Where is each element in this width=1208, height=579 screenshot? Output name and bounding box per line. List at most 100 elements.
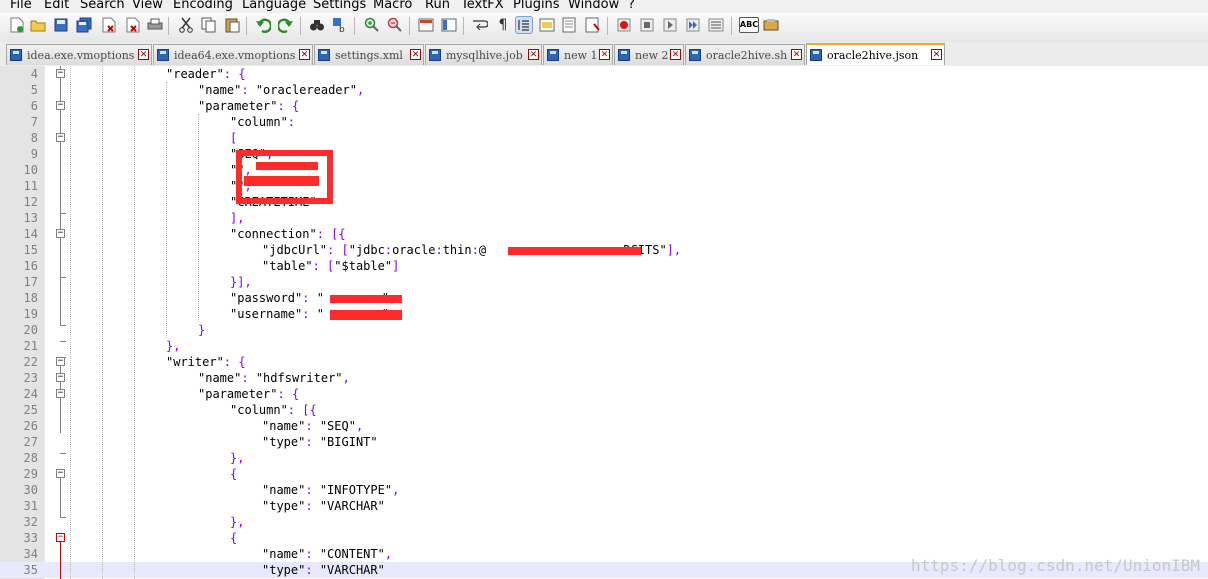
cut-icon[interactable] <box>178 17 194 33</box>
code-line[interactable]: 28}, <box>0 450 1208 466</box>
spellcheck-icon[interactable]: ABC <box>739 17 759 33</box>
print-icon[interactable] <box>147 17 163 33</box>
sync-vertical-icon[interactable] <box>418 17 434 33</box>
code-line[interactable]: 27 "type": "BIGINT" <box>0 434 1208 450</box>
menu-plugins[interactable]: Plugins <box>513 0 560 12</box>
save-icon[interactable] <box>53 17 69 33</box>
close-tab-icon[interactable]: ✕ <box>528 49 539 60</box>
code-line[interactable]: 6 "parameter": { <box>0 98 1208 114</box>
code-line[interactable]: 22 "writer": { <box>0 354 1208 370</box>
code-line[interactable]: 13], <box>0 210 1208 226</box>
code-line[interactable]: 23 "name": "hdfswriter", <box>0 370 1208 386</box>
code-line[interactable]: 16 "table": ["$table"] <box>0 258 1208 274</box>
menu-help[interactable]: ? <box>628 0 635 12</box>
tab-oracle2hive-sh[interactable]: oracle2hive.sh ✕ <box>685 44 805 65</box>
code-editor[interactable]: 4 "reader": {5 "name": "oraclereader", 6 "pa… <box>0 66 1208 579</box>
fold-collapse-icon[interactable]: − <box>56 101 65 110</box>
menu-settings[interactable]: Settings <box>313 0 366 12</box>
menu-encoding[interactable]: Encoding <box>173 0 233 12</box>
code-line[interactable]: 24 "parameter": { <box>0 386 1208 402</box>
find-icon[interactable] <box>309 17 325 33</box>
code-line[interactable]: 10 "", <box>0 162 1208 178</box>
close-tab-icon[interactable]: ✕ <box>670 49 681 60</box>
replace-icon[interactable]: b <box>332 17 348 33</box>
code-line[interactable]: 4 "reader": { <box>0 66 1208 82</box>
fold-collapse-icon[interactable]: − <box>56 69 65 78</box>
close-tab-icon[interactable]: ✕ <box>138 49 149 60</box>
tab-new-2[interactable]: new 2 ✕ <box>614 44 684 65</box>
redo-icon[interactable] <box>278 17 294 33</box>
menu-edit[interactable]: Edit <box>44 0 69 12</box>
menu-macro[interactable]: Macro <box>373 0 412 12</box>
indent-guide-icon[interactable] <box>515 16 533 34</box>
tab-idea64-exe-vmoptions[interactable]: idea64.exe.vmoptions ✕ <box>153 44 313 65</box>
tab-settings-xml[interactable]: settings.xml ✕ <box>314 44 424 65</box>
plugin-icon[interactable] <box>763 17 779 33</box>
fold-collapse-icon[interactable]: − <box>56 469 65 478</box>
code-line[interactable]: 31 "type": "VARCHAR" <box>0 498 1208 514</box>
close-tab-icon[interactable]: ✕ <box>599 49 610 60</box>
menu-language[interactable]: Language <box>242 0 306 12</box>
code-line[interactable]: 18"password": " ", <box>0 290 1208 306</box>
tab-oracle2hive-json[interactable]: oracle2hive.json ✕ <box>806 43 945 65</box>
fold-collapse-icon[interactable]: − <box>56 533 65 542</box>
code-line[interactable]: 8[ <box>0 130 1208 146</box>
code-text: "reader": { <box>166 67 246 81</box>
code-line[interactable]: 14 "connection": [{ <box>0 226 1208 242</box>
fold-collapse-icon[interactable]: − <box>56 389 65 398</box>
fold-collapse-icon[interactable]: − <box>56 133 65 142</box>
function-list-icon[interactable] <box>562 17 578 33</box>
fold-collapse-icon[interactable]: − <box>56 373 65 382</box>
word-wrap-icon[interactable] <box>472 17 488 33</box>
close-all-icon[interactable] <box>124 17 140 33</box>
paste-icon[interactable] <box>224 17 240 33</box>
zoom-out-icon[interactable] <box>387 17 403 33</box>
close-icon[interactable] <box>101 17 117 33</box>
code-line[interactable]: 19"username": " " <box>0 306 1208 322</box>
close-tab-icon[interactable]: ✕ <box>931 49 942 60</box>
menu-textfx[interactable]: TextFX <box>461 0 504 12</box>
menu-view[interactable]: View <box>132 0 163 12</box>
record-macro-icon[interactable] <box>616 17 632 33</box>
sync-horizontal-icon[interactable] <box>441 17 457 33</box>
close-tab-icon[interactable]: ✕ <box>299 49 310 60</box>
tab-idea-exe-vmoptions[interactable]: idea.exe.vmoptions ✕ <box>6 44 152 65</box>
code-line[interactable]: 29 { <box>0 466 1208 482</box>
menu-run[interactable]: Run <box>425 0 450 12</box>
code-line[interactable]: 11 "", <box>0 178 1208 194</box>
fold-collapse-icon[interactable]: − <box>56 229 65 238</box>
save-all-icon[interactable] <box>76 17 92 33</box>
code-line[interactable]: 32}, <box>0 514 1208 530</box>
code-line[interactable]: 33 { <box>0 530 1208 546</box>
save-macro-icon[interactable] <box>708 17 724 33</box>
code-line[interactable]: 25 "column": [{ <box>0 402 1208 418</box>
code-line[interactable]: 26 "name": "SEQ", <box>0 418 1208 434</box>
play-macro-icon[interactable] <box>662 17 678 33</box>
document-map-icon[interactable] <box>539 17 555 33</box>
code-line[interactable]: 17}], <box>0 274 1208 290</box>
stop-macro-icon[interactable] <box>639 17 655 33</box>
code-line[interactable]: 20} <box>0 322 1208 338</box>
open-file-icon[interactable] <box>30 17 46 33</box>
code-line[interactable]: 7 "column": <box>0 114 1208 130</box>
code-line[interactable]: 9 "SEQ", <box>0 146 1208 162</box>
run-macro-multiple-icon[interactable] <box>685 17 701 33</box>
tab-new-1[interactable]: new 1 ✕ <box>543 44 613 65</box>
menu-search[interactable]: Search <box>80 0 125 12</box>
folder-as-workspace-icon[interactable] <box>585 17 601 33</box>
new-file-icon[interactable] <box>9 17 25 33</box>
code-line[interactable]: 5 "name": "oraclereader", <box>0 82 1208 98</box>
code-line[interactable]: 30 "name": "INFOTYPE", <box>0 482 1208 498</box>
copy-icon[interactable] <box>201 17 217 33</box>
close-tab-icon[interactable]: ✕ <box>410 49 421 60</box>
undo-icon[interactable] <box>255 17 271 33</box>
code-line[interactable]: 21}, <box>0 338 1208 354</box>
close-tab-icon[interactable]: ✕ <box>791 49 802 60</box>
menu-window[interactable]: Window <box>568 0 619 12</box>
zoom-in-icon[interactable] <box>364 17 380 33</box>
show-all-chars-icon[interactable]: ¶ <box>495 17 511 33</box>
fold-collapse-icon[interactable]: − <box>56 357 65 366</box>
code-line[interactable]: 12 "CREATETIME" <box>0 194 1208 210</box>
menu-file[interactable]: File <box>10 0 32 12</box>
tab-mysqlhive-job[interactable]: mysqlhive.job ✕ <box>425 44 542 65</box>
